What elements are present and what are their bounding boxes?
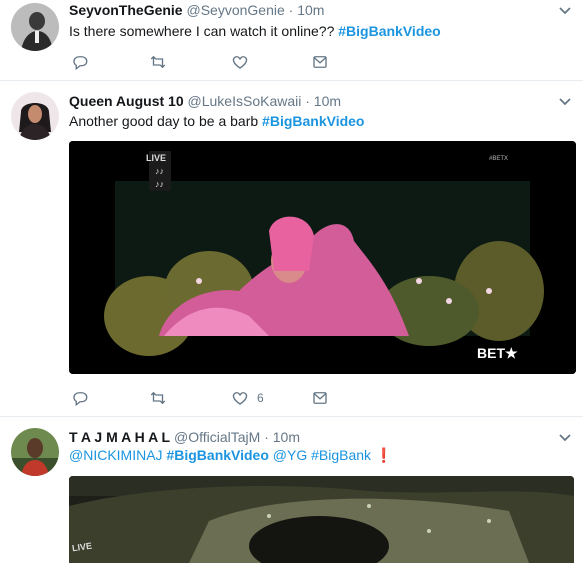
- chevron-down-icon[interactable]: [557, 2, 573, 18]
- user-handle[interactable]: @OfficialTajM: [174, 429, 260, 445]
- hashtag-link[interactable]: #BigBank: [311, 447, 371, 463]
- mention-link[interactable]: @NICKIMINAJ: [69, 447, 163, 463]
- tweet-actions: 6: [69, 388, 339, 408]
- network-corner-tag: #BETX: [489, 156, 509, 162]
- chevron-down-icon[interactable]: [557, 93, 573, 109]
- video-frame: [69, 141, 576, 374]
- tweet-actions: [69, 52, 339, 72]
- avatar[interactable]: [11, 3, 59, 51]
- retweet-icon: [150, 55, 166, 69]
- reply-button[interactable]: [71, 52, 89, 72]
- tweet-text: Is there somewhere I can watch it online…: [69, 21, 441, 41]
- retweet-icon: [150, 391, 166, 405]
- live-label: LIVE: [146, 153, 167, 163]
- music-notes: ♪♪: [155, 179, 164, 189]
- bet-logo: BET★: [477, 345, 518, 361]
- music-notes: ♪♪: [155, 166, 164, 176]
- reply-icon: [73, 392, 88, 407]
- user-handle[interactable]: @SeyvonGenie: [186, 2, 284, 18]
- chevron-down-icon[interactable]: [557, 429, 573, 445]
- exclamation-emoji: ❗: [374, 447, 393, 463]
- tweet-2[interactable]: Queen August 10 @LukeIsSoKawaii · 10m An…: [0, 81, 583, 417]
- display-name[interactable]: SeyvonTheGenie: [69, 2, 183, 18]
- tweet-text: Another good day to be a barb #BigBankVi…: [69, 111, 364, 131]
- tweet-text: @NICKIMINAJ #BigBankVideo @YG #BigBank ❗: [69, 445, 392, 465]
- tweet-1[interactable]: SeyvonTheGenie @SeyvonGenie · 10m Is the…: [0, 0, 583, 81]
- display-name[interactable]: Queen August 10: [69, 93, 184, 109]
- video-frame: [69, 476, 574, 563]
- tweet-text-body: Is there somewhere I can watch it online…: [69, 23, 339, 39]
- heart-icon: [232, 56, 248, 69]
- avatar[interactable]: [11, 428, 59, 476]
- dm-button[interactable]: [311, 52, 329, 72]
- separator-dot: ·: [264, 429, 269, 445]
- retweet-button[interactable]: [149, 52, 167, 72]
- like-count: 6: [257, 391, 264, 405]
- hashtag-link[interactable]: #BigBankVideo: [166, 447, 268, 463]
- reply-button[interactable]: [71, 388, 89, 408]
- user-handle[interactable]: @LukeIsSoKawaii: [188, 93, 302, 109]
- timestamp[interactable]: 10m: [314, 93, 341, 109]
- tweet-header: SeyvonTheGenie @SeyvonGenie · 10m: [69, 1, 324, 19]
- tweet-text-body: Another good day to be a barb: [69, 113, 263, 129]
- like-button[interactable]: 6: [231, 388, 264, 408]
- tweet-header: Queen August 10 @LukeIsSoKawaii · 10m: [69, 92, 341, 110]
- heart-icon: [232, 392, 248, 405]
- mention-link[interactable]: @YG: [273, 447, 307, 463]
- hashtag-link[interactable]: #BigBankVideo: [262, 113, 364, 129]
- tweet-header: T A J M A H A L @OfficialTajM · 10m: [69, 428, 300, 446]
- timestamp[interactable]: 10m: [297, 2, 324, 18]
- avatar[interactable]: [11, 92, 59, 140]
- hashtag-link[interactable]: #BigBankVideo: [338, 23, 440, 39]
- like-button[interactable]: [231, 52, 249, 72]
- envelope-icon: [313, 392, 327, 404]
- reply-icon: [73, 56, 88, 71]
- tweet-3[interactable]: T A J M A H A L @OfficialTajM · 10m @NIC…: [0, 417, 583, 563]
- separator-dot: ·: [288, 2, 294, 18]
- retweet-button[interactable]: [149, 388, 167, 408]
- timestamp[interactable]: 10m: [273, 429, 300, 445]
- video-player[interactable]: LIVE: [69, 476, 574, 563]
- dm-button[interactable]: [311, 388, 329, 408]
- video-player[interactable]: LIVE ♪♪ ♪♪ #BETX BET★: [69, 141, 576, 374]
- separator-dot: ·: [305, 93, 310, 109]
- display-name[interactable]: T A J M A H A L: [69, 429, 170, 445]
- envelope-icon: [313, 56, 327, 68]
